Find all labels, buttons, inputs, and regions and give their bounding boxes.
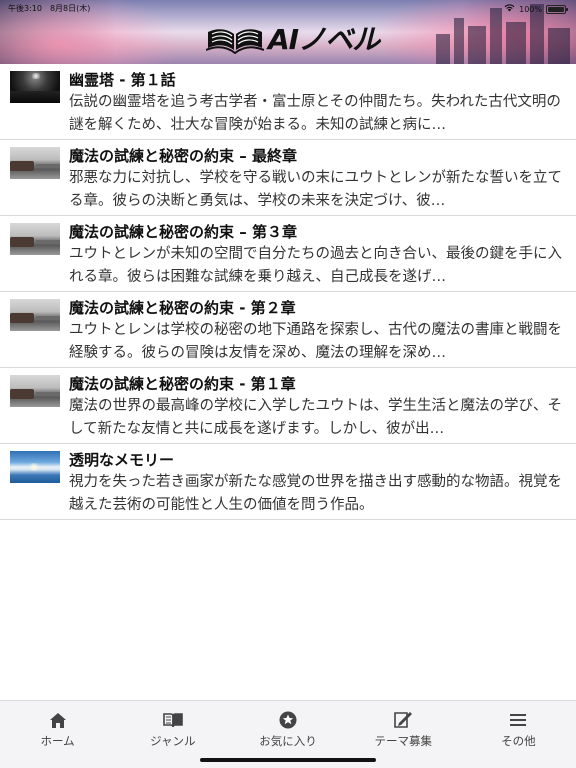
story-description: 邪悪な力に対抗し、学校を守る戦いの末にユウトとレンが新たな誓いを立てる章。彼らの… — [69, 170, 562, 209]
home-icon — [48, 710, 68, 730]
status-indicators: 100% — [504, 3, 568, 15]
story-title: 魔法の試練と秘密の約束 - 第２章 — [69, 299, 296, 317]
story-list: 幽霊塔 - 第１話 伝説の幽霊塔を追う考古学者・富士原とその仲間たち。失われた古… — [0, 64, 576, 520]
battery-percent: 100% — [519, 4, 542, 14]
story-description: 伝説の幽霊塔を追う考古学者・富士原とその仲間たち。失われた古代文明の謎を解くため… — [69, 94, 561, 133]
story-item[interactable]: 透明なメモリー 視力を失った若き画家が新たな感覚の世界を描き出す感動的な物語。視… — [0, 444, 576, 520]
status-bar: 午後3:10 8月8日(木) 100% — [0, 0, 576, 16]
story-description: 視力を失った若き画家が新たな感覚の世界を描き出す感動的な物語。視覚を越えた芸術の… — [69, 474, 562, 513]
story-item[interactable]: 魔法の試練と秘密の約束 - 第１章 魔法の世界の最高峰の学校に入学したユウトは、… — [0, 368, 576, 444]
story-title: 魔法の試練と秘密の約束 - 第１章 — [69, 375, 296, 393]
story-thumbnail — [10, 223, 60, 255]
story-description: ユウトとレンが未知の空間で自分たちの過去と向き合い、最後の鍵を手に入れる章。彼ら… — [69, 246, 562, 285]
tab-label: その他 — [501, 734, 536, 748]
story-title: 魔法の試練と秘密の約束 – 第３章 — [69, 223, 297, 241]
story-thumbnail — [10, 71, 60, 103]
story-thumbnail — [10, 147, 60, 179]
story-description: 魔法の世界の最高峰の学校に入学したユウトは、学生生活と魔法の学び、そして新たな友… — [69, 398, 562, 437]
home-indicator[interactable] — [200, 758, 376, 762]
tab-label: ホーム — [40, 734, 75, 748]
tab-label: ジャンル — [150, 734, 196, 748]
open-book-icon — [206, 29, 264, 54]
status-time: 午後3:10 8月8日(木) — [8, 4, 91, 13]
story-description: ユウトとレンは学校の秘密の地下通路を探索し、古代の魔法の書庫と戦闘を経験する。彼… — [69, 322, 562, 361]
tab-label: テーマ募集 — [374, 734, 432, 748]
logo-text: AIノベル — [268, 23, 380, 56]
story-item[interactable]: 魔法の試練と秘密の約束 – 第３章 ユウトとレンが未知の空間で自分たちの過去と向… — [0, 216, 576, 292]
wifi-icon — [504, 3, 515, 15]
story-thumbnail — [10, 299, 60, 331]
story-title: 魔法の試練と秘密の約束 – 最終章 — [69, 147, 297, 165]
star-icon — [278, 710, 298, 730]
menu-icon — [508, 710, 528, 730]
book-icon — [162, 710, 183, 730]
story-title: 透明なメモリー — [69, 451, 175, 469]
app-screen: 午後3:10 8月8日(木) 100% AIノベル 幽霊塔 - 第１話 伝説の幽… — [0, 0, 576, 768]
story-title: 幽霊塔 - 第１話 — [69, 71, 176, 89]
story-thumbnail — [10, 451, 60, 483]
tab-label: お気に入り — [259, 734, 317, 748]
story-item[interactable]: 幽霊塔 - 第１話 伝説の幽霊塔を追う考古学者・富士原とその仲間たち。失われた古… — [0, 64, 576, 140]
tab-home[interactable]: ホーム — [0, 701, 115, 768]
edit-icon — [393, 710, 413, 730]
story-item[interactable]: 魔法の試練と秘密の約束 – 最終章 邪悪な力に対抗し、学校を守る戦いの末にユウト… — [0, 140, 576, 216]
tab-more[interactable]: その他 — [461, 701, 576, 768]
app-logo: AIノベル — [206, 20, 380, 56]
battery-icon — [546, 4, 568, 14]
story-thumbnail — [10, 375, 60, 407]
header-banner: 午後3:10 8月8日(木) 100% AIノベル — [0, 0, 576, 64]
story-item[interactable]: 魔法の試練と秘密の約束 - 第２章 ユウトとレンは学校の秘密の地下通路を探索し、… — [0, 292, 576, 368]
